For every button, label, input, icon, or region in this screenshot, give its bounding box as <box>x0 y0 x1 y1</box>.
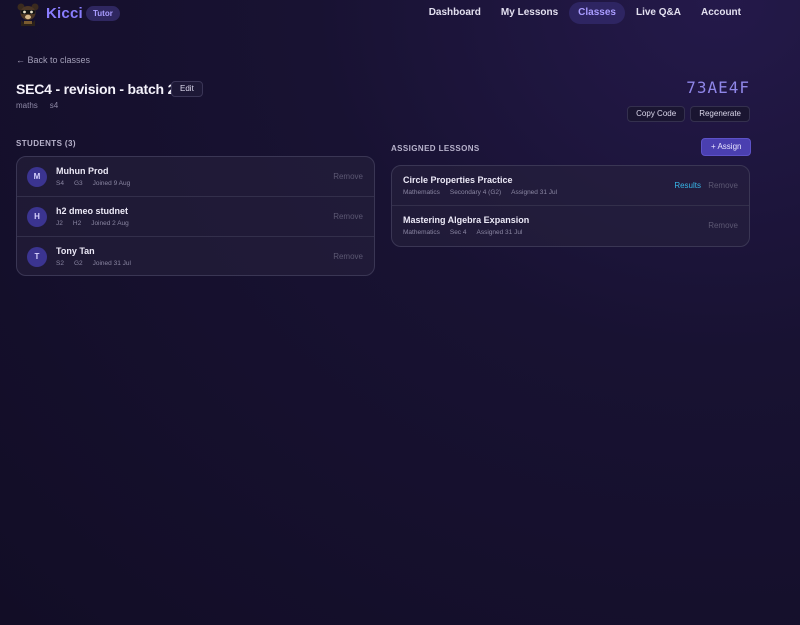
bear-logo-icon[interactable] <box>16 2 40 26</box>
assign-lesson-button[interactable]: + Assign <box>701 138 752 156</box>
student-details: J2 H2 Joined 2 Aug <box>56 220 129 227</box>
nav-my-lessons[interactable]: My Lessons <box>492 2 567 24</box>
regenerate-code-button[interactable]: Regenerate <box>690 106 750 122</box>
remove-student-button[interactable]: Remove <box>333 172 363 181</box>
class-code: 73AE4F <box>686 78 750 97</box>
class-level: s4 <box>49 101 59 110</box>
student-name: Muhun Prod <box>56 166 109 176</box>
remove-lesson-button[interactable]: Remove <box>708 221 738 230</box>
student-group: G3 <box>73 180 83 187</box>
copy-code-button[interactable]: Copy Code <box>627 106 686 122</box>
lesson-row: Mastering Algebra Expansion Mathematics … <box>392 206 749 246</box>
class-meta: maths s4 <box>16 101 58 110</box>
students-heading: STUDENTS (3) <box>16 139 76 148</box>
remove-lesson-button[interactable]: Remove <box>708 181 738 190</box>
lesson-assigned: Assigned 31 Jul <box>511 189 558 196</box>
student-group: G2 <box>73 260 83 267</box>
avatar: T <box>27 247 47 267</box>
lesson-row: Circle Properties Practice Mathematics S… <box>392 166 749 206</box>
nav-dashboard[interactable]: Dashboard <box>420 2 490 24</box>
class-subject: maths <box>16 101 38 110</box>
student-row: T Tony Tan S2 G2 Joined 31 Jul Remove <box>17 237 374 275</box>
top-nav: Kicci Tutor Dashboard My Lessons Classes… <box>0 0 800 27</box>
lesson-level: Sec 4 <box>449 229 467 236</box>
lesson-results-link[interactable]: Results <box>674 181 701 190</box>
edit-class-button[interactable]: Edit <box>171 81 203 97</box>
back-to-classes-link[interactable]: ← Back to classes <box>16 55 90 65</box>
student-level: J2 <box>56 220 63 227</box>
lesson-assigned: Assigned 31 Jul <box>476 229 523 236</box>
student-group: H2 <box>72 220 82 227</box>
role-badge: Tutor <box>86 6 120 21</box>
lesson-level: Secondary 4 (G2) <box>449 189 502 196</box>
nav-classes[interactable]: Classes <box>569 2 625 24</box>
class-title: SEC4 - revision - batch 2 <box>16 81 176 97</box>
lesson-details: Mathematics Secondary 4 (G2) Assigned 31… <box>403 189 557 196</box>
student-details: S4 G3 Joined 9 Aug <box>56 180 130 187</box>
lesson-title: Mastering Algebra Expansion <box>403 215 530 225</box>
student-row: M Muhun Prod S4 G3 Joined 9 Aug Remove <box>17 157 374 197</box>
student-details: S2 G2 Joined 31 Jul <box>56 260 131 267</box>
nav-links: Dashboard My Lessons Classes Live Q&A Ac… <box>420 2 750 24</box>
student-joined: Joined 2 Aug <box>91 220 129 227</box>
lesson-subject: Mathematics <box>403 189 440 196</box>
students-panel: M Muhun Prod S4 G3 Joined 9 Aug Remove H… <box>16 156 375 276</box>
lesson-subject: Mathematics <box>403 229 440 236</box>
lesson-title: Circle Properties Practice <box>403 175 513 185</box>
student-name: h2 dmeo studnet <box>56 206 129 216</box>
nav-live-qa[interactable]: Live Q&A <box>627 2 690 24</box>
code-actions: Copy Code Regenerate <box>627 106 750 122</box>
avatar: M <box>27 167 47 187</box>
lesson-details: Mathematics Sec 4 Assigned 31 Jul <box>403 229 522 236</box>
remove-student-button[interactable]: Remove <box>333 252 363 261</box>
lessons-panel: Circle Properties Practice Mathematics S… <box>391 165 750 247</box>
student-level: S2 <box>56 260 64 267</box>
student-name: Tony Tan <box>56 246 95 256</box>
student-level: S4 <box>56 180 64 187</box>
student-joined: Joined 9 Aug <box>92 180 131 187</box>
avatar: H <box>27 207 47 227</box>
remove-student-button[interactable]: Remove <box>333 212 363 221</box>
student-row: H h2 dmeo studnet J2 H2 Joined 2 Aug Rem… <box>17 197 374 237</box>
student-joined: Joined 31 Jul <box>92 260 131 267</box>
nav-account[interactable]: Account <box>692 2 750 24</box>
brand-name[interactable]: Kicci <box>46 5 83 22</box>
assigned-lessons-heading: ASSIGNED LESSONS <box>391 144 480 153</box>
